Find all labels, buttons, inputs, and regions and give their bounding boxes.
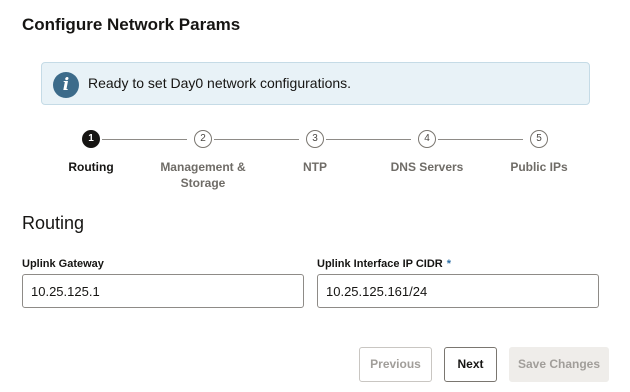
uplink-gateway-label: Uplink Gateway	[22, 258, 104, 270]
uplink-cidr-label-group: Uplink Interface IP CIDR *	[317, 258, 451, 270]
step-connector	[326, 139, 411, 140]
step-1-label[interactable]: Routing	[36, 159, 146, 175]
info-banner: i Ready to set Day0 network configuratio…	[41, 62, 590, 105]
info-icon: i	[53, 72, 79, 98]
step-2-label[interactable]: Management & Storage	[148, 159, 258, 191]
step-train: 1 2 3 4 5 Routing Management & Storage N…	[0, 128, 630, 198]
step-4-label[interactable]: DNS Servers	[372, 159, 482, 175]
step-connector	[102, 139, 187, 140]
next-button[interactable]: Next	[444, 347, 497, 382]
save-changes-button[interactable]: Save Changes	[509, 347, 609, 382]
info-message: Ready to set Day0 network configurations…	[88, 75, 352, 91]
step-connector	[214, 139, 299, 140]
page-title: Configure Network Params	[22, 15, 241, 34]
uplink-cidr-input[interactable]	[317, 274, 599, 308]
step-5-indicator[interactable]: 5	[530, 130, 548, 148]
step-3-indicator[interactable]: 3	[306, 130, 324, 148]
uplink-gateway-input[interactable]	[22, 274, 304, 308]
step-5-label[interactable]: Public IPs	[484, 159, 594, 175]
step-connector	[438, 139, 523, 140]
step-3-label[interactable]: NTP	[260, 159, 370, 175]
required-marker: *	[446, 258, 451, 270]
previous-button[interactable]: Previous	[359, 347, 432, 382]
step-2-label-line1: Management &	[160, 160, 246, 174]
step-2-indicator[interactable]: 2	[194, 130, 212, 148]
uplink-cidr-label: Uplink Interface IP CIDR	[317, 258, 443, 270]
section-title: Routing	[22, 213, 85, 233]
step-4-indicator[interactable]: 4	[418, 130, 436, 148]
step-1-indicator[interactable]: 1	[82, 130, 100, 148]
step-2-label-line2: Storage	[180, 176, 226, 190]
